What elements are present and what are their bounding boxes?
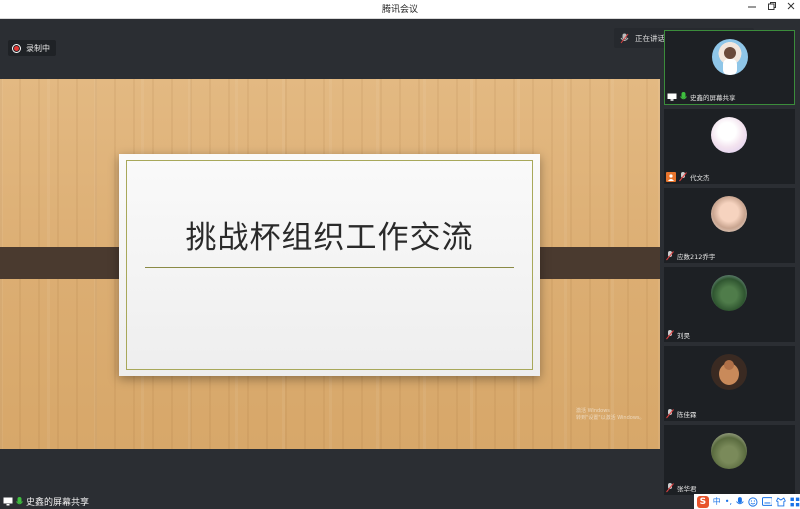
window-title: 腾讯会议 [381,5,418,15]
mic-icon[interactable] [736,496,744,507]
keyboard-icon[interactable] [761,497,773,506]
title-bar: 腾讯会议 [0,0,800,19]
participant-footer: 陈佳霖 [666,408,697,419]
participant-name: 张华君 [677,484,697,493]
skin-icon[interactable] [776,496,787,507]
mic-on-icon [680,91,687,99]
participant-footer: 刘昊 [666,329,690,340]
grid-menu-icon[interactable] [790,497,800,507]
slide-card: 挑战杯组织工作交流 [119,154,540,376]
maximize-button[interactable] [763,1,781,17]
mic-muted-icon [666,329,674,339]
sogou-logo-icon[interactable]: S [697,495,709,508]
slide-underline [145,267,514,268]
participant-tile[interactable]: 史鑫的屏幕共享 [664,30,795,105]
participant-name: 史鑫的屏幕共享 [690,93,736,102]
participant-footer: 代文杰 [666,171,710,182]
participant-tile[interactable]: 陈佳霖 [664,346,795,421]
participant-name: 刘昊 [677,331,690,340]
screen-share-icon [667,93,677,101]
ime-punct-label[interactable]: •, [725,497,732,506]
slide-frame [126,160,533,370]
close-icon [787,2,795,10]
slide-band-right [528,247,660,279]
recording-label: 录制中 [26,43,50,53]
avatar [712,39,748,75]
recording-indicator[interactable]: 录制中 [8,40,56,56]
meeting-window: 腾讯会议 录制中 正在讲话: 史鑫; 挑战杯组织工作交流 激活 Windows … [0,0,800,509]
ime-mode-label[interactable]: 中 [713,496,721,507]
shared-screen: 挑战杯组织工作交流 [0,79,660,449]
watermark-line-2: 转到"设置"以激活 Windows。 [576,415,645,421]
activation-watermark: 激活 Windows 转到"设置"以激活 Windows。 [576,408,645,422]
avatar [711,433,747,469]
mic-on-icon [16,496,23,504]
participant-footer: 应数212乔宇 [666,250,715,261]
mic-muted-icon [666,482,674,492]
mic-muted-icon [620,33,629,43]
record-icon [12,43,21,53]
participant-footer: 史鑫的屏幕共享 [667,91,736,102]
emoji-icon[interactable] [748,496,758,507]
mic-muted-icon [679,171,687,181]
avatar [711,275,747,311]
participant-name: 陈佳霖 [677,410,697,419]
restore-icon [768,2,776,10]
avatar [711,196,747,232]
watermark-line-1: 激活 Windows [576,408,610,414]
mic-muted-icon [666,250,674,260]
participant-tile[interactable]: 刘昊 [664,267,795,342]
participant-footer: 张华君 [666,482,697,493]
host-icon [666,171,676,182]
screen-share-label: 史鑫的屏幕共享 [3,495,89,508]
participant-tile[interactable]: 张华君 [664,425,795,495]
minimize-button[interactable] [743,1,761,17]
screen-share-icon [3,497,13,506]
avatar-photo [723,47,737,75]
mic-muted-icon [666,408,674,418]
avatar [711,354,747,390]
close-button[interactable] [782,1,800,17]
minimize-icon [748,6,756,8]
slide-title: 挑战杯组织工作交流 [185,220,474,256]
avatar [711,117,747,153]
slide-band-left [0,247,133,279]
participant-tile[interactable]: 代文杰 [664,109,795,184]
avatar-photo [719,360,739,385]
ime-toolbar[interactable]: S 中 •, [694,494,800,509]
participant-tile[interactable]: 应数212乔宇 [664,188,795,263]
screen-share-name: 史鑫的屏幕共享 [26,498,90,508]
participant-name: 应数212乔宇 [677,252,716,261]
participant-name: 代文杰 [690,173,710,182]
